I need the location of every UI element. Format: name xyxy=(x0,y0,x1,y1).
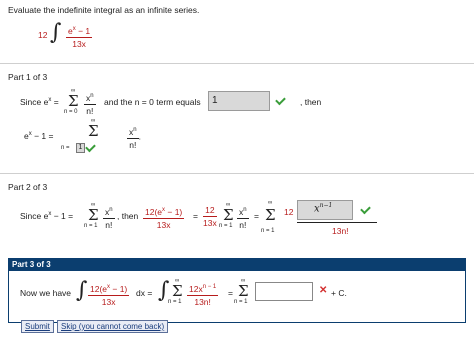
part2-sum: ∞ Σ n = 1 xyxy=(84,202,100,232)
problem-coef: 12 xyxy=(38,30,48,40)
part3-integral-sign: ∫ xyxy=(76,278,88,303)
part3-plus-c: + C. xyxy=(331,288,347,298)
part3-dx: dx = xyxy=(136,288,153,298)
part1-sigma: Σ xyxy=(68,92,79,110)
part2-since: Since ex − 1 = xyxy=(20,211,74,221)
part2-answer-line xyxy=(297,222,377,223)
part3-sum2: ∞ Σ n = 1 xyxy=(234,278,250,308)
part2-sum3-bottom: n = 1 xyxy=(219,223,233,229)
part1-title: Part 1 of 3 xyxy=(8,72,48,82)
part2-frac2: 12 13x xyxy=(203,205,217,228)
part3-sum: ∞ Σ n = 1 xyxy=(168,278,184,308)
divider-2 xyxy=(0,173,474,174)
part1-since: Since ex = xyxy=(20,97,59,107)
part1-term: xn n! xyxy=(84,92,96,116)
part2-eq1: = xyxy=(193,211,198,221)
integral-sign: ∫ xyxy=(50,20,62,45)
part2-term: xn n! xyxy=(103,206,115,230)
part3-eq: = xyxy=(228,288,233,298)
part1-sum2-bottom-prefix: n = xyxy=(61,145,70,151)
part2-term3: xn n! xyxy=(237,206,249,230)
part2-frac1: 12(ex − 1) 13x xyxy=(143,206,185,230)
part1-sigma2: Σ xyxy=(88,122,99,140)
part2-title: Part 2 of 3 xyxy=(8,182,48,192)
problem-fraction-den: 13x xyxy=(72,38,86,49)
part3-frac2: 12xn − 1 13n! xyxy=(187,283,219,307)
skip-button[interactable]: Skip (you cannot come back) xyxy=(57,320,169,333)
part1-check-icon xyxy=(275,94,286,106)
part2-sigma3: Σ xyxy=(223,206,234,224)
part3-sigma: Σ xyxy=(172,282,183,300)
part2-eq2: = xyxy=(254,211,259,221)
part1-answer-field[interactable]: 1 xyxy=(208,91,270,111)
part2-then: , then xyxy=(117,211,139,221)
part1-and-text: and the n = 0 term equals xyxy=(104,97,201,107)
submit-button[interactable]: Submit xyxy=(21,320,54,333)
part2-check-icon xyxy=(360,203,371,215)
part2-sum-bottom: n = 1 xyxy=(84,223,98,229)
part3-answer-input[interactable] xyxy=(255,282,313,301)
part2-sigma: Σ xyxy=(88,206,99,224)
part2-answer-num-field[interactable]: xn−1 xyxy=(297,200,353,220)
part3-sum2-bottom: n = 1 xyxy=(234,299,248,305)
part2-answer-den: 13n! xyxy=(332,226,349,236)
part3-frac1: 12(ex − 1) 13x xyxy=(88,283,130,307)
part1-term2: xn n!. xyxy=(127,126,141,150)
part3-wrong-icon: ✕ xyxy=(319,285,328,296)
part1-lhs: ex − 1 = xyxy=(24,131,54,141)
part1-sum-bottom: n = 0 xyxy=(64,109,78,115)
part2-sum4: ∞ Σ n = 1 xyxy=(261,200,277,238)
part2-answer-num-value: xn−1 xyxy=(314,202,333,215)
part1-sum2-bottom-field[interactable]: 1 xyxy=(76,143,85,153)
part2-answer-coef: 12 xyxy=(284,207,294,217)
problem-fraction: ex − 1 13x xyxy=(66,24,93,49)
part3-now: Now we have xyxy=(20,288,72,298)
part2-sigma4: Σ xyxy=(265,206,276,224)
part2-sum4-bottom: n = 1 xyxy=(261,228,275,234)
part3-sigma2: Σ xyxy=(238,282,249,300)
problem-fraction-num: ex − 1 xyxy=(66,25,93,38)
part1-then: , then xyxy=(300,97,322,107)
part3-sum-bottom: n = 1 xyxy=(168,299,182,305)
part2-sum3: ∞ Σ n = 1 xyxy=(219,202,235,232)
problem-instruction: Evaluate the indefinite integral as an i… xyxy=(8,5,200,15)
part1-sum: ∞ Σ n = 0 xyxy=(64,88,80,118)
divider-1 xyxy=(0,63,474,64)
part3-header: Part 3 of 3 xyxy=(8,258,466,271)
part1-answer-value: 1 xyxy=(212,95,218,106)
